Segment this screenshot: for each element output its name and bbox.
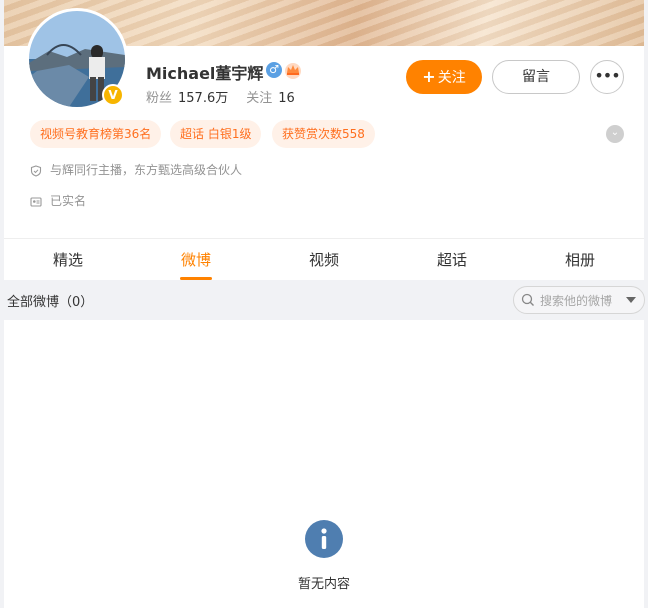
all-weibo-filter[interactable]: 全部微博（0） (7, 291, 93, 310)
fans-count[interactable]: 157.6万 (178, 91, 228, 106)
profile-name: Michael董宇辉 (146, 64, 264, 83)
profile-tabs: 精选 微博 视频 超话 相册 (4, 238, 644, 280)
following-count[interactable]: 16 (278, 91, 295, 106)
gender-male-icon: ♂ (266, 62, 282, 78)
id-card-icon (30, 196, 42, 207)
tab-featured[interactable]: 精选 (4, 239, 132, 280)
feed-area: 暂无内容 (4, 320, 644, 608)
verified-badge-icon: V (102, 84, 124, 106)
message-button[interactable]: 留言 (492, 60, 580, 94)
tab-album[interactable]: 相册 (516, 239, 644, 280)
profile-page: V Michael董宇辉 ♂ 粉丝 157.6万 关注 16 + 关注 留言 ••• 视… (0, 0, 648, 608)
realname-text: 已实名 (50, 194, 87, 208)
tag-video-rank[interactable]: 视频号教育榜第36名 (30, 120, 162, 148)
info-icon (305, 520, 343, 558)
empty-state-text: 暂无内容 (297, 577, 350, 592)
fans-label: 粉丝 (146, 91, 173, 106)
tab-supertopic[interactable]: 超话 (388, 239, 516, 280)
dropdown-caret-icon[interactable] (626, 297, 636, 303)
follow-button[interactable]: + 关注 (406, 60, 482, 94)
chevron-down-icon[interactable]: ⌄ (606, 125, 624, 143)
search-weibo-box[interactable] (513, 286, 645, 314)
shield-icon (30, 164, 42, 177)
profile-stats: 粉丝 157.6万 关注 16 (146, 87, 295, 106)
more-options-button[interactable]: ••• (590, 60, 624, 94)
follow-label: 关注 (437, 70, 466, 86)
search-icon (521, 293, 534, 306)
following-label: 关注 (246, 91, 273, 106)
tab-weibo[interactable]: 微博 (132, 239, 260, 280)
description-text: 与辉同行主播，东方甄选高级合伙人 (50, 163, 243, 177)
vip-crown-icon (285, 63, 301, 79)
plus-icon: + (422, 67, 436, 86)
tab-video[interactable]: 视频 (260, 239, 388, 280)
realname-row: 已实名 (30, 192, 86, 209)
description-row: 与辉同行主播，东方甄选高级合伙人 (30, 161, 242, 178)
tag-supertopic-level[interactable]: 超话 白银1级 (170, 120, 262, 148)
tag-appreciation-count[interactable]: 获赞赏次数558 (272, 120, 375, 148)
search-input[interactable] (540, 292, 624, 310)
